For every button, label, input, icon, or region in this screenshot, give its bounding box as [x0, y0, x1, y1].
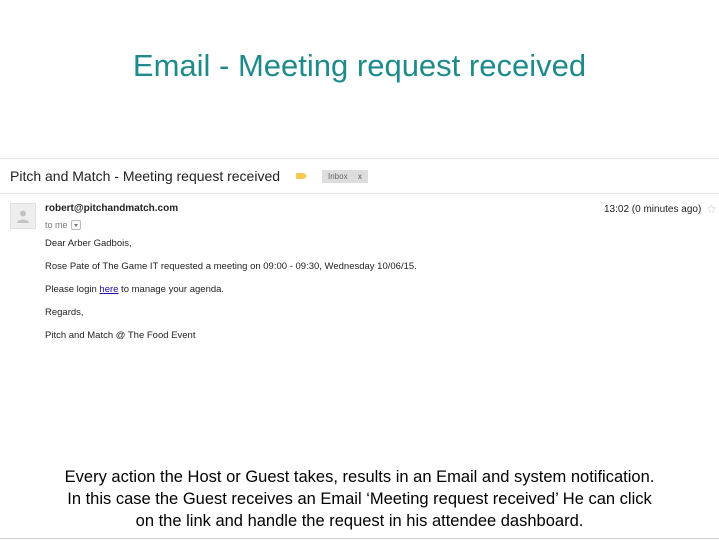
star-icon[interactable]: ☆: [706, 202, 717, 216]
inbox-label-chip[interactable]: Inbox x: [322, 170, 368, 183]
sender-address[interactable]: robert@pitchandmatch.com: [45, 203, 178, 214]
email-greeting: Dear Arber Gadbois,: [45, 238, 132, 249]
divider: [0, 538, 719, 539]
remove-label-button[interactable]: x: [358, 172, 362, 181]
email-regards: Regards,: [45, 307, 84, 318]
recipient-line: to me: [45, 219, 81, 231]
email-body-line-2: Please login here to manage your agenda.: [45, 284, 224, 295]
email-body-text: Please login: [45, 284, 100, 295]
email-timestamp: 13:02 (0 minutes ago): [604, 204, 702, 215]
avatar: [10, 203, 36, 229]
email-subject-row: Pitch and Match - Meeting request receiv…: [0, 159, 719, 194]
person-icon: [17, 210, 29, 223]
caption-line: In this case the Guest receives an Email…: [67, 490, 652, 508]
email-subject: Pitch and Match - Meeting request receiv…: [10, 168, 281, 184]
slide-caption: Every action the Host or Guest takes, re…: [0, 466, 719, 532]
label-tag-icon[interactable]: [296, 173, 307, 179]
slide-title: Email - Meeting request received: [132, 48, 587, 83]
inbox-label-text: Inbox: [328, 172, 348, 181]
recipient-text: to me: [45, 220, 68, 230]
chevron-down-icon[interactable]: [70, 219, 81, 230]
email-body-line-1: Rose Pate of The Game IT requested a mee…: [45, 261, 417, 272]
email-body-text: to manage your agenda.: [118, 284, 225, 295]
email-view: Pitch and Match - Meeting request receiv…: [0, 158, 719, 341]
email-signature: Pitch and Match @ The Food Event: [45, 330, 196, 341]
caption-line: Every action the Host or Guest takes, re…: [64, 468, 655, 486]
caption-line: on the link and handle the request in hi…: [135, 512, 584, 530]
login-link[interactable]: here: [99, 284, 118, 295]
